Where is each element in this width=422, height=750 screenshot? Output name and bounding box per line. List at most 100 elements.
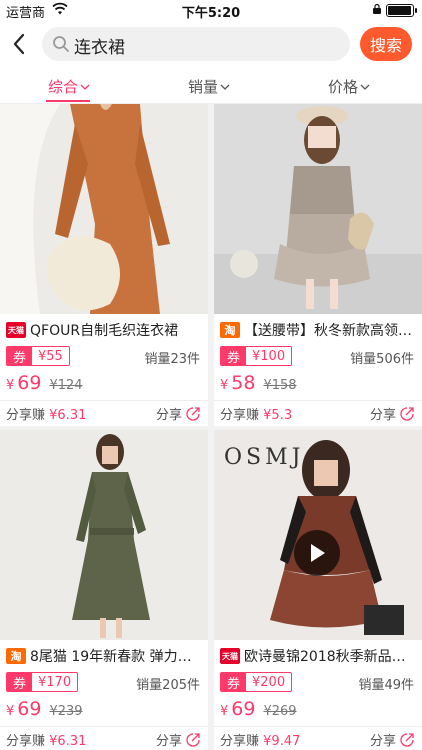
current-price: 69 — [231, 698, 256, 720]
search-header: 连衣裙 搜索 — [0, 22, 422, 66]
product-photo[interactable] — [0, 430, 208, 640]
status-bar: 运营商 下午5:20 — [0, 0, 422, 21]
product-title-row: 天猫 QFOUR自制毛织连衣裙 — [6, 320, 204, 340]
search-icon — [53, 36, 69, 52]
original-price: ¥269 — [263, 704, 297, 719]
share-earn: 分享赚 ¥9.47 — [220, 730, 300, 749]
divider — [214, 726, 422, 727]
tab-label: 综合 — [48, 78, 79, 96]
coupon-badge[interactable]: 券 ¥170 — [6, 672, 79, 692]
coupon-label: 券 — [7, 673, 33, 692]
share-earn: 分享赚 ¥6.31 — [6, 730, 86, 749]
product-card[interactable]: 淘 【送腰带】秋冬新款高领格子连衣裙 券 ¥100 销量506件 ¥ 58 ¥1… — [214, 104, 422, 426]
product-title-row: 淘 【送腰带】秋冬新款高领格子连衣裙 — [220, 320, 418, 340]
coupon-label: 券 — [7, 347, 33, 366]
share-earn-label: 分享赚 — [220, 408, 260, 423]
share-earn-label: 分享赚 — [220, 734, 260, 749]
chevron-down-icon — [80, 84, 90, 90]
share-label: 分享 — [369, 734, 396, 749]
share-label: 分享 — [155, 408, 182, 423]
sales-count: 销量49件 — [358, 678, 414, 693]
coupon-badge[interactable]: 券 ¥200 — [220, 672, 293, 692]
product-card[interactable]: OSMJ 天猫 欧诗曼锦2018秋季新品连衣裙 券 ¥200 销量49件 ¥ 6… — [214, 430, 422, 750]
product-photo[interactable] — [0, 104, 208, 314]
currency-symbol: ¥ — [6, 378, 15, 393]
coupon-badge[interactable]: 券 ¥55 — [6, 346, 70, 366]
original-price: ¥124 — [49, 378, 83, 393]
price-row: ¥ 58 ¥158 — [220, 372, 297, 394]
original-price: ¥158 — [263, 378, 297, 393]
product-photo[interactable] — [214, 104, 422, 314]
tab-comprehensive[interactable]: 综合 — [48, 76, 90, 97]
current-price: 69 — [17, 372, 42, 394]
taobao-badge-icon: 淘 — [220, 322, 240, 338]
product-grid: 天猫 QFOUR自制毛织连衣裙 券 ¥55 销量23件 ¥ 69 ¥124 分享… — [0, 104, 422, 750]
coupon-label: 券 — [221, 347, 247, 366]
share-earn-label: 分享赚 — [6, 734, 46, 749]
original-price: ¥239 — [49, 704, 83, 719]
search-input[interactable]: 连衣裙 — [42, 27, 350, 61]
coupon-badge[interactable]: 券 ¥100 — [220, 346, 293, 366]
share-button[interactable]: 分享 — [370, 404, 414, 423]
sort-tabs: 综合 销量 价格 — [0, 68, 422, 104]
coupon-value: ¥170 — [38, 674, 72, 690]
coupon-value: ¥200 — [252, 674, 286, 690]
product-photo[interactable]: OSMJ — [214, 430, 422, 640]
chevron-down-icon — [360, 84, 370, 90]
chevron-down-icon — [220, 84, 230, 90]
share-label: 分享 — [369, 408, 396, 423]
clock: 下午5:20 — [181, 6, 241, 21]
share-earn-amount: ¥9.47 — [263, 734, 301, 749]
share-earn: 分享赚 ¥5.3 — [220, 404, 292, 423]
share-label: 分享 — [155, 734, 182, 749]
active-tab-indicator — [46, 100, 90, 102]
orientation-lock-icon — [373, 3, 381, 14]
share-button[interactable]: 分享 — [370, 730, 414, 749]
product-title: QFOUR自制毛织连衣裙 — [30, 323, 179, 339]
product-card[interactable]: 天猫 QFOUR自制毛织连衣裙 券 ¥55 销量23件 ¥ 69 ¥124 分享… — [0, 104, 208, 426]
divider — [0, 400, 208, 401]
product-title: 【送腰带】秋冬新款高领格子连衣裙 — [244, 323, 418, 339]
current-price: 69 — [17, 698, 42, 720]
share-earn-amount: ¥5.3 — [263, 408, 293, 423]
tab-label: 价格 — [328, 78, 359, 96]
battery-icon — [386, 4, 417, 17]
play-icon — [311, 544, 325, 562]
share-earn-amount: ¥6.31 — [49, 734, 87, 749]
search-button[interactable]: 搜索 — [360, 27, 412, 61]
share-button[interactable]: 分享 — [156, 730, 200, 749]
search-query: 连衣裙 — [74, 38, 125, 58]
brand-watermark: OSMJ — [224, 445, 304, 470]
share-icon — [400, 406, 414, 421]
tab-sales[interactable]: 销量 — [188, 76, 230, 97]
product-title: 欧诗曼锦2018秋季新品连衣裙 — [244, 649, 418, 665]
currency-symbol: ¥ — [220, 378, 229, 393]
price-row: ¥ 69 ¥239 — [6, 698, 83, 720]
sales-count: 销量205件 — [136, 678, 200, 693]
share-earn-label: 分享赚 — [6, 408, 46, 423]
product-card[interactable]: 淘 8尾猫 19年新春款 弹力针织连衣裙 券 ¥170 销量205件 ¥ 69 … — [0, 430, 208, 750]
product-title: 8尾猫 19年新春款 弹力针织连衣裙 — [30, 649, 204, 665]
product-title-row: 淘 8尾猫 19年新春款 弹力针织连衣裙 — [6, 646, 204, 666]
play-video-button[interactable] — [294, 530, 340, 576]
back-button[interactable] — [6, 30, 32, 58]
divider — [0, 726, 208, 727]
taobao-badge-icon: 淘 — [6, 648, 26, 664]
tab-label: 销量 — [188, 78, 219, 96]
current-price: 58 — [231, 372, 256, 394]
share-button[interactable]: 分享 — [156, 404, 200, 423]
tmall-badge-icon: 天猫 — [220, 648, 240, 664]
battery-level — [388, 6, 411, 15]
share-earn-amount: ¥6.31 — [49, 408, 87, 423]
share-icon — [186, 406, 200, 421]
sales-count: 销量506件 — [350, 352, 414, 367]
currency-symbol: ¥ — [6, 704, 15, 719]
tmall-badge-icon: 天猫 — [6, 322, 26, 338]
tab-price[interactable]: 价格 — [328, 76, 370, 97]
coupon-value: ¥100 — [252, 348, 286, 364]
sales-count: 销量23件 — [144, 352, 200, 367]
price-row: ¥ 69 ¥269 — [220, 698, 297, 720]
share-icon — [400, 732, 414, 747]
share-icon — [186, 732, 200, 747]
chevron-left-icon — [13, 33, 25, 55]
